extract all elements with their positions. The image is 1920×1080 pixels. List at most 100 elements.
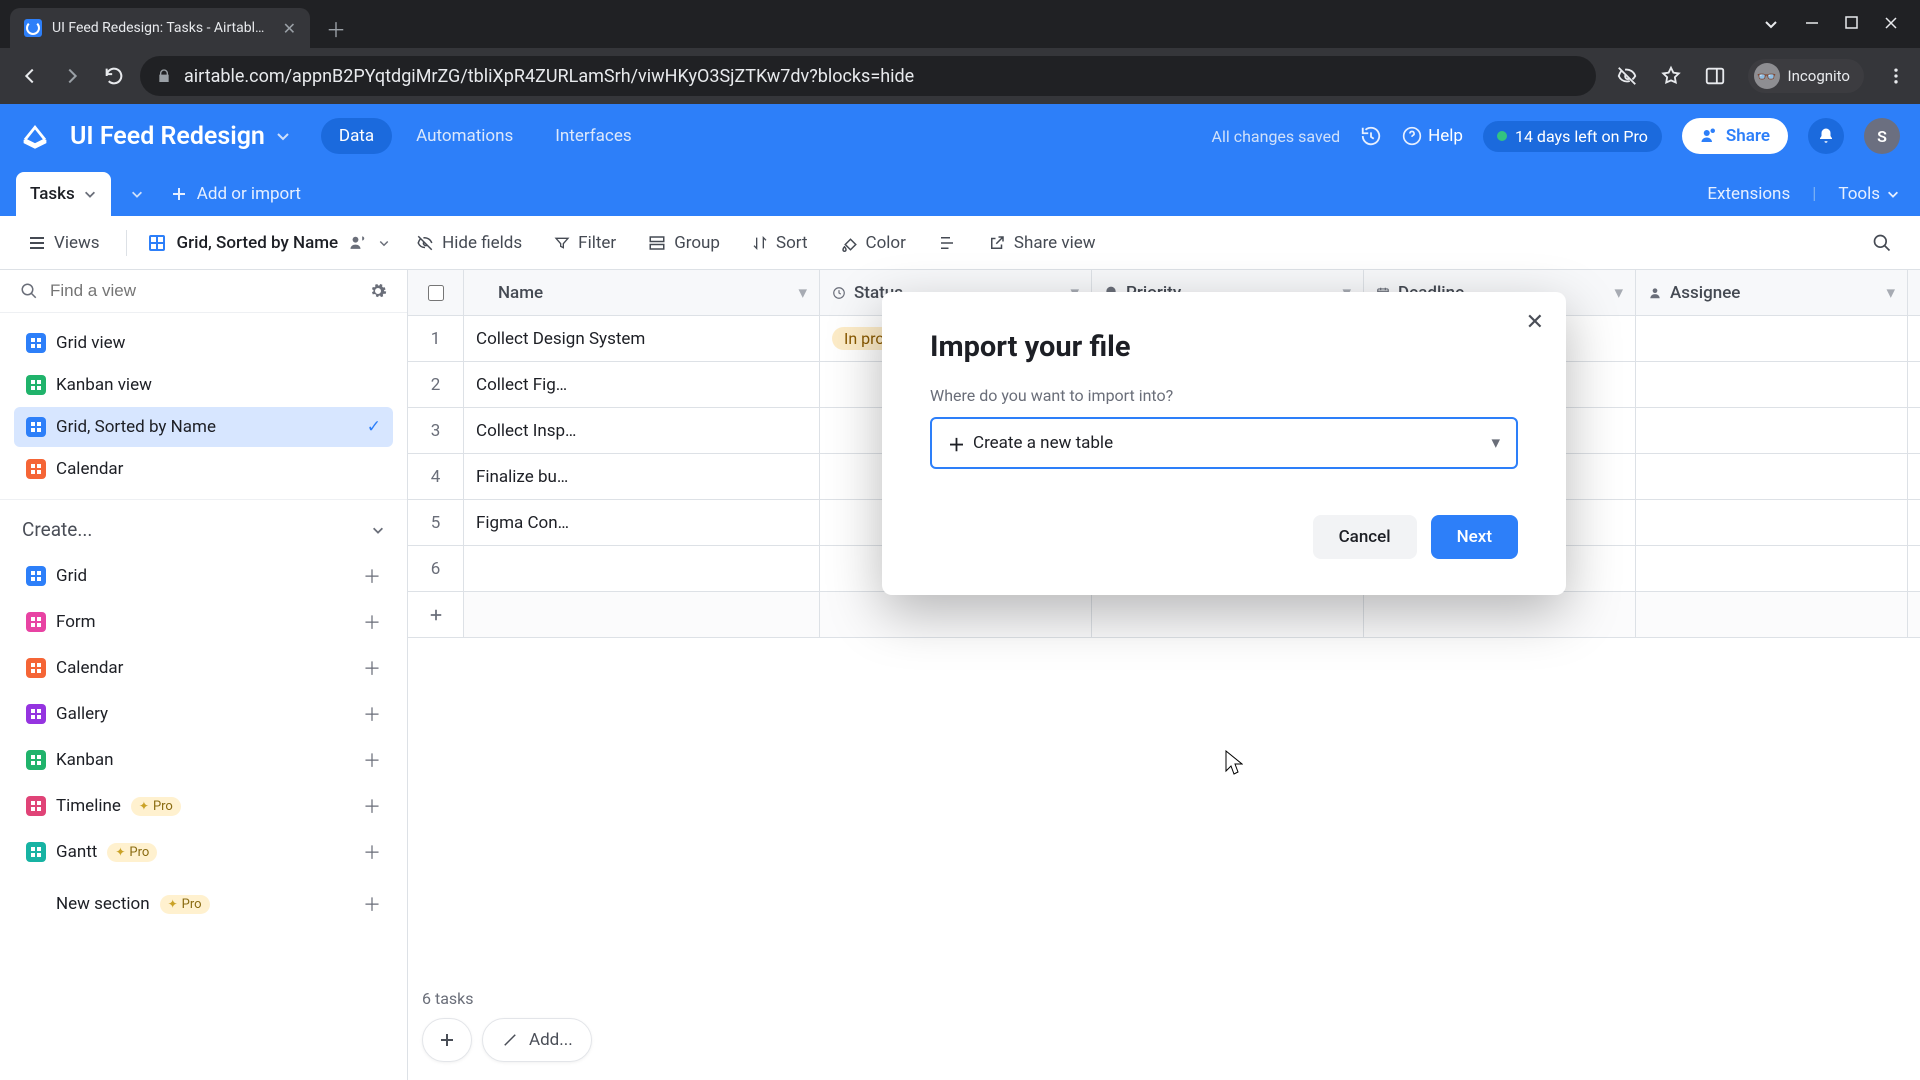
find-view-search[interactable] bbox=[0, 270, 407, 313]
sidebar-view-item[interactable]: Grid view bbox=[14, 323, 393, 363]
share-view-button[interactable]: Share view bbox=[982, 229, 1102, 257]
plus-icon: ＋ bbox=[363, 839, 381, 865]
create-view-label: Kanban bbox=[56, 750, 113, 770]
chevron-down-icon bbox=[1886, 187, 1900, 201]
airtable-logo-icon[interactable] bbox=[20, 121, 50, 151]
modal-close-button[interactable]: ✕ bbox=[1526, 310, 1544, 335]
cal-icon bbox=[26, 459, 46, 479]
collaborators-icon[interactable] bbox=[348, 233, 368, 253]
user-avatar[interactable]: S bbox=[1864, 118, 1900, 154]
grid-view-icon bbox=[147, 233, 167, 253]
sidebar-view-item[interactable]: Kanban view bbox=[14, 365, 393, 405]
next-button[interactable]: Next bbox=[1431, 515, 1518, 559]
find-view-input[interactable] bbox=[48, 280, 359, 302]
incognito-icon: 👓 bbox=[1754, 63, 1780, 89]
table-tab-tasks[interactable]: Tasks bbox=[16, 172, 111, 216]
caret-down-icon: ▾ bbox=[1491, 433, 1500, 453]
plus-icon: ＋ bbox=[363, 793, 381, 819]
pro-badge: Pro bbox=[131, 797, 181, 816]
filter-icon bbox=[554, 235, 570, 251]
extensions-button[interactable]: Extensions bbox=[1707, 184, 1790, 204]
browser-titlebar: UI Feed Redesign: Tasks - Airtabl… ✕ ＋ bbox=[0, 0, 1920, 48]
external-link-icon bbox=[988, 234, 1006, 252]
create-view-grid[interactable]: Grid＋ bbox=[14, 553, 393, 599]
filter-button[interactable]: Filter bbox=[548, 229, 622, 257]
create-view-cal[interactable]: Calendar＋ bbox=[14, 645, 393, 691]
search-records-button[interactable] bbox=[1866, 229, 1898, 257]
incognito-badge[interactable]: 👓 Incognito bbox=[1748, 59, 1864, 93]
gear-icon[interactable] bbox=[369, 282, 387, 300]
row-height-icon bbox=[938, 234, 956, 252]
import-file-modal: ✕ Import your file Where do you want to … bbox=[882, 292, 1566, 595]
address-bar[interactable]: airtable.com/appnB2PYqtdgiMrZG/tbliXpR4Z… bbox=[140, 56, 1596, 96]
current-view-name[interactable]: Grid, Sorted by Name bbox=[147, 233, 391, 253]
people-icon bbox=[1700, 127, 1718, 145]
trial-badge[interactable]: 14 days left on Pro bbox=[1483, 121, 1662, 152]
history-icon[interactable] bbox=[1360, 125, 1382, 147]
add-or-import-button[interactable]: Add or import bbox=[163, 172, 309, 216]
modal-backdrop: ✕ Import your file Where do you want to … bbox=[408, 270, 1920, 1080]
create-view-label: Timeline bbox=[56, 796, 121, 816]
create-view-label: Gallery bbox=[56, 704, 108, 724]
kanban-icon bbox=[26, 750, 46, 770]
plus-icon: ＋ bbox=[363, 655, 381, 681]
eye-off-icon[interactable] bbox=[1616, 65, 1638, 87]
chevron-down-icon bbox=[378, 237, 390, 249]
share-button[interactable]: Share bbox=[1682, 118, 1788, 154]
new-section-button[interactable]: New section Pro ＋ bbox=[14, 881, 393, 927]
group-button[interactable]: Group bbox=[642, 229, 726, 257]
hide-fields-button[interactable]: Hide fields bbox=[410, 229, 528, 257]
row-height-button[interactable] bbox=[932, 230, 962, 256]
sidebar-view-label: Grid, Sorted by Name bbox=[56, 417, 216, 437]
tab-list-icon[interactable] bbox=[1763, 16, 1779, 32]
plus-icon: ＋ bbox=[363, 563, 381, 589]
sidebar-create-header[interactable]: Create... bbox=[0, 500, 407, 553]
create-view-gantt[interactable]: Gantt Pro ＋ bbox=[14, 829, 393, 875]
create-view-gallery[interactable]: Gallery＋ bbox=[14, 691, 393, 737]
pro-badge: Pro bbox=[107, 843, 157, 862]
notifications-button[interactable] bbox=[1808, 118, 1844, 154]
help-button[interactable]: Help bbox=[1402, 126, 1463, 146]
create-view-label: Form bbox=[56, 612, 96, 632]
app-header: UI Feed Redesign Data Automations Interf… bbox=[0, 104, 1920, 168]
paint-bucket-icon bbox=[840, 234, 858, 252]
browser-tab[interactable]: UI Feed Redesign: Tasks - Airtabl… ✕ bbox=[10, 8, 310, 48]
color-button[interactable]: Color bbox=[834, 229, 912, 257]
cancel-button[interactable]: Cancel bbox=[1313, 515, 1417, 559]
reload-button[interactable] bbox=[98, 60, 130, 92]
close-window-icon[interactable] bbox=[1884, 16, 1898, 32]
plus-icon: ＋ bbox=[948, 431, 965, 456]
bookmark-star-icon[interactable] bbox=[1660, 65, 1682, 87]
maximize-icon[interactable] bbox=[1845, 16, 1858, 32]
create-view-label: Gantt bbox=[56, 842, 97, 862]
side-panel-icon[interactable] bbox=[1704, 65, 1726, 87]
chevron-down-icon bbox=[83, 187, 97, 201]
create-view-form[interactable]: Form＋ bbox=[14, 599, 393, 645]
create-view-kanban[interactable]: Kanban＋ bbox=[14, 737, 393, 783]
close-tab-icon[interactable]: ✕ bbox=[283, 19, 296, 38]
import-destination-select[interactable]: ＋ Create a new table ▾ bbox=[930, 417, 1518, 469]
minimize-icon[interactable] bbox=[1805, 16, 1819, 32]
nav-data[interactable]: Data bbox=[321, 118, 392, 154]
sidebar-view-item[interactable]: Calendar bbox=[14, 449, 393, 489]
sidebar-view-label: Grid view bbox=[56, 333, 125, 353]
base-name[interactable]: UI Feed Redesign bbox=[70, 122, 291, 151]
chevron-down-icon bbox=[275, 128, 291, 144]
new-tab-button[interactable]: ＋ bbox=[320, 12, 352, 44]
table-tabs-more[interactable] bbox=[119, 172, 155, 216]
grid-icon bbox=[26, 566, 46, 586]
create-view-timeline[interactable]: Timeline Pro ＋ bbox=[14, 783, 393, 829]
sort-button[interactable]: Sort bbox=[746, 229, 814, 257]
window-controls bbox=[1741, 16, 1920, 32]
top-nav: Data Automations Interfaces bbox=[321, 118, 650, 154]
sidebar-view-item[interactable]: Grid, Sorted by Name ✓ bbox=[14, 407, 393, 447]
nav-automations[interactable]: Automations bbox=[398, 118, 531, 154]
check-icon: ✓ bbox=[367, 417, 381, 437]
back-button[interactable] bbox=[14, 60, 46, 92]
browser-toolbar: airtable.com/appnB2PYqtdgiMrZG/tbliXpR4Z… bbox=[0, 48, 1920, 104]
forward-button[interactable] bbox=[56, 60, 88, 92]
nav-interfaces[interactable]: Interfaces bbox=[537, 118, 649, 154]
chrome-menu-icon[interactable] bbox=[1886, 66, 1906, 86]
tools-button[interactable]: Tools bbox=[1838, 184, 1900, 204]
views-toggle[interactable]: Views bbox=[22, 229, 106, 257]
